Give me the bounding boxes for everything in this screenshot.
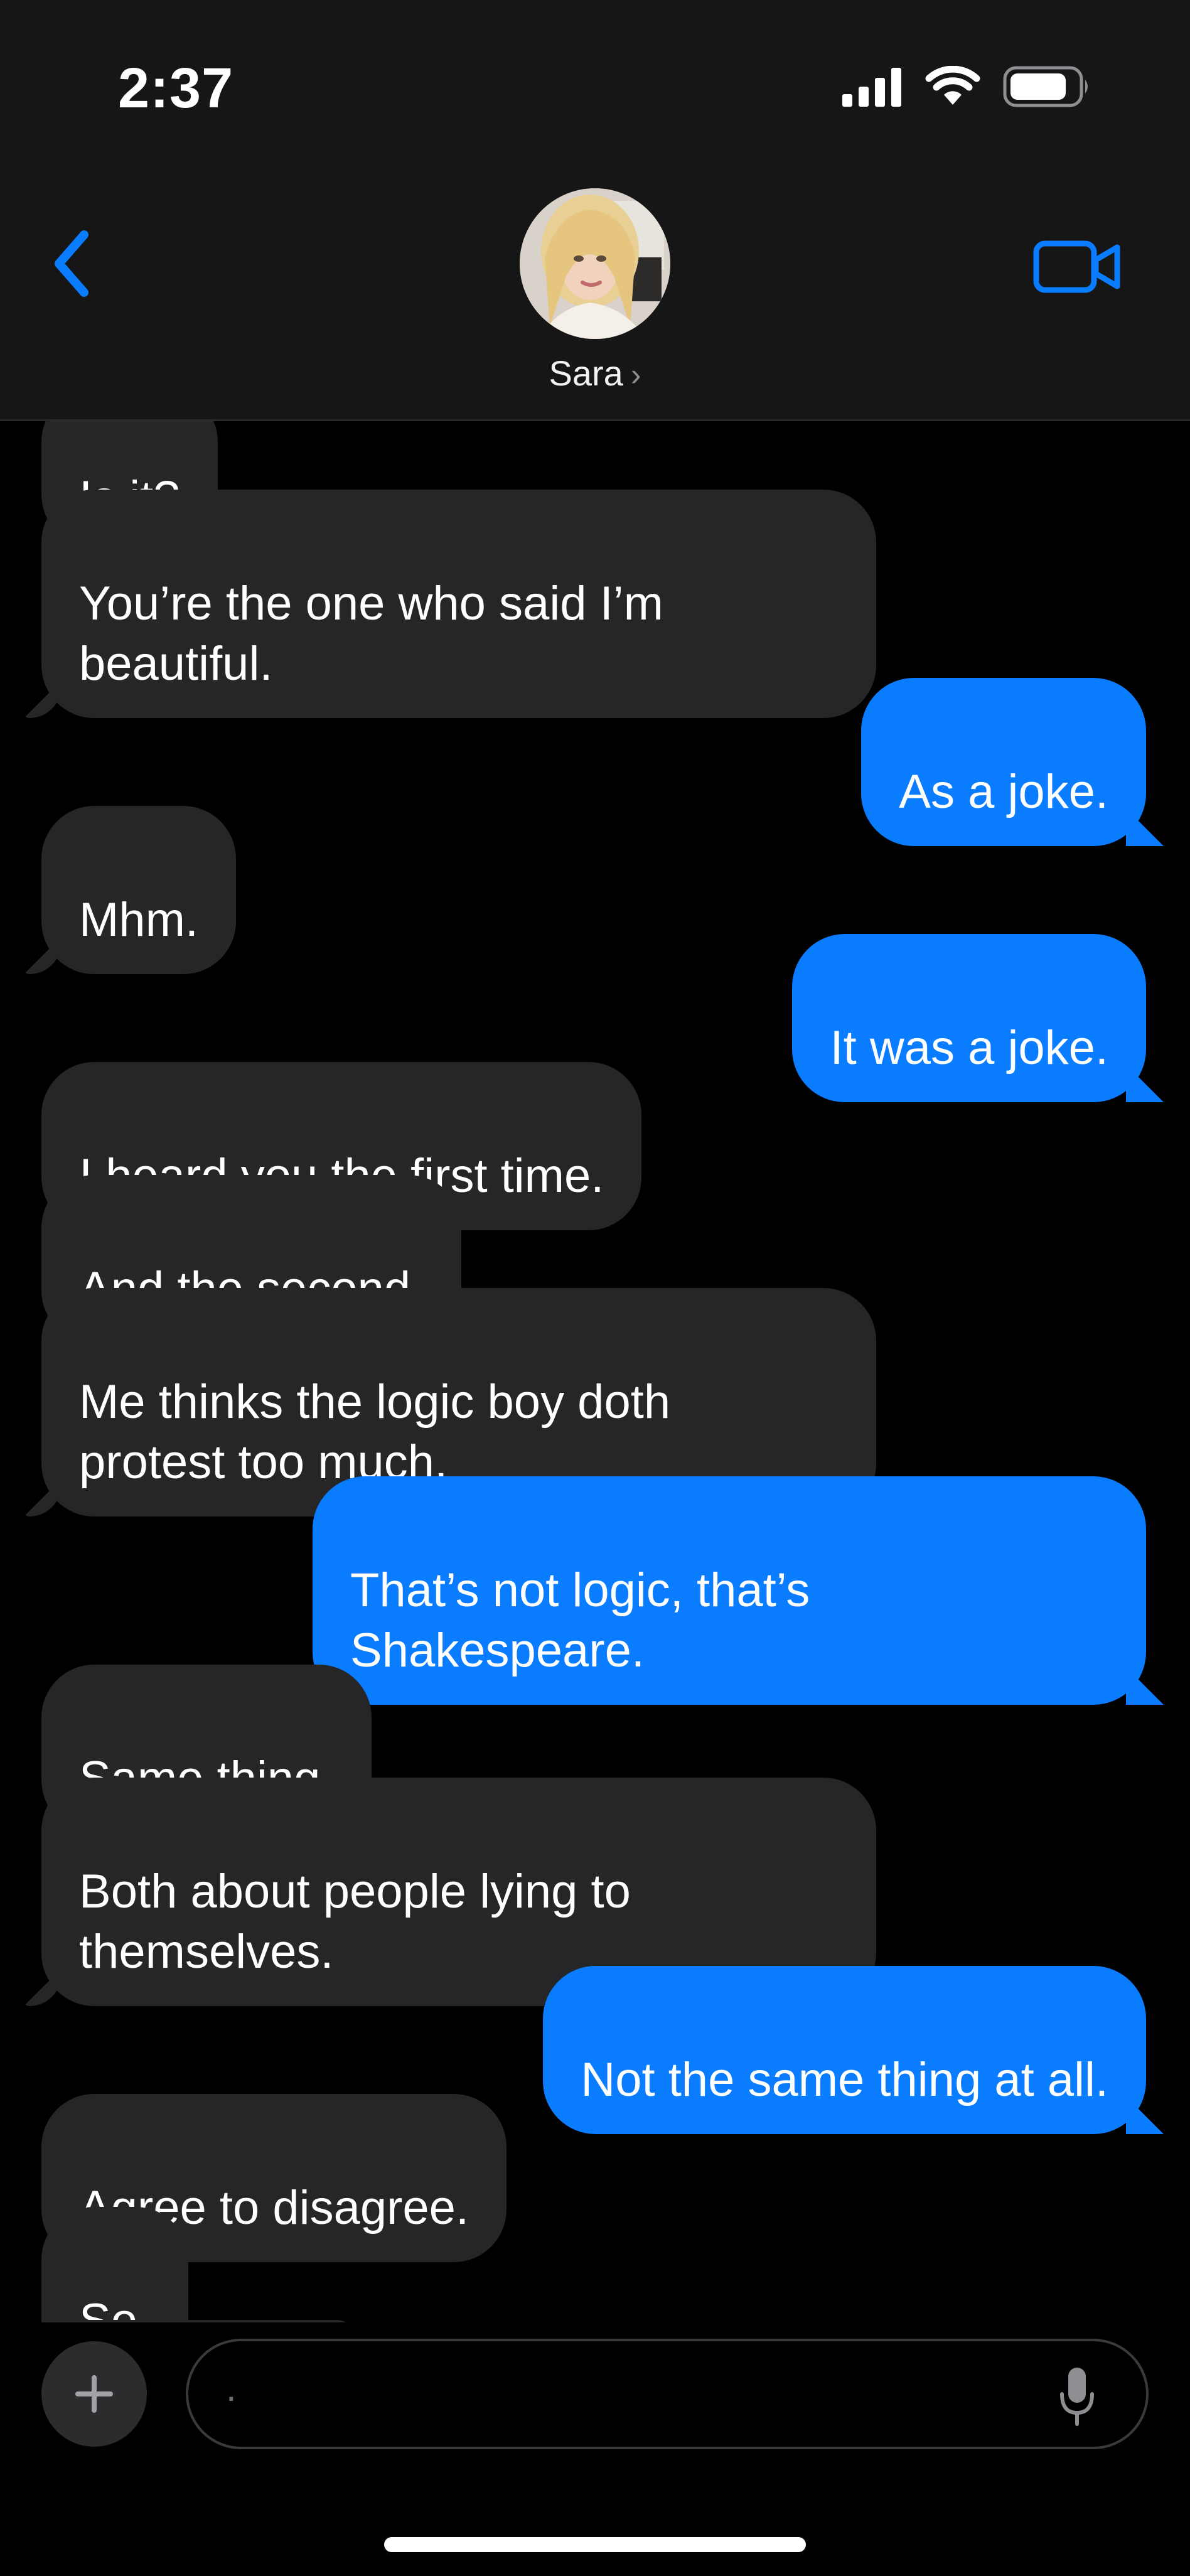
message-text: You’re the one who said I’m beautiful. xyxy=(79,577,663,690)
message-text: Me thinks the logic boy doth protest too… xyxy=(79,1375,671,1489)
contact-name: Sara xyxy=(549,353,623,393)
back-chevron-icon[interactable] xyxy=(45,226,102,301)
add-attachment-button[interactable] xyxy=(41,2341,147,2447)
message-input[interactable]: . xyxy=(186,2339,1149,2449)
microphone-icon[interactable] xyxy=(1058,2365,1096,2428)
message-bubble-incoming[interactable]: Mhm. xyxy=(41,806,236,974)
message-bubble-outgoing[interactable]: As a joke. xyxy=(861,678,1146,846)
message-text: Mhm. xyxy=(79,893,198,947)
message-text: Not the same thing at all. xyxy=(581,2053,1108,2106)
chevron-right-icon: › xyxy=(630,357,641,392)
message-bubble-outgoing[interactable]: That’s not logic, that’s Shakespeare. xyxy=(313,1476,1146,1705)
cellular-signal-icon xyxy=(842,68,901,107)
message-text: It was a joke. xyxy=(830,1021,1108,1075)
conversation-header: 2:37 Sara › xyxy=(0,0,1190,421)
wifi-icon xyxy=(925,66,980,105)
message-text: Both about people lying to themselves. xyxy=(79,1865,631,1978)
message-bubble-outgoing[interactable]: It was a joke. xyxy=(792,934,1146,1102)
avatar-photo xyxy=(520,188,670,339)
status-time: 2:37 xyxy=(118,57,234,120)
video-camera-icon[interactable] xyxy=(1033,239,1121,295)
message-bubble-outgoing[interactable]: Not the same thing at all. xyxy=(543,1966,1146,2134)
message-bubble-incoming[interactable]: You’re the one who said I’m beautiful. xyxy=(41,490,876,718)
plus-icon xyxy=(75,2375,113,2413)
status-icons xyxy=(842,66,1091,107)
message-input-value: . xyxy=(226,2367,237,2409)
battery-icon xyxy=(1003,66,1088,107)
message-text: That’s not logic, that’s Shakespeare. xyxy=(350,1564,810,1677)
message-text: As a joke. xyxy=(899,765,1108,818)
contact-name-button[interactable]: Sara › xyxy=(0,353,1190,394)
contact-avatar[interactable] xyxy=(520,188,670,339)
home-indicator[interactable] xyxy=(384,2537,806,2552)
